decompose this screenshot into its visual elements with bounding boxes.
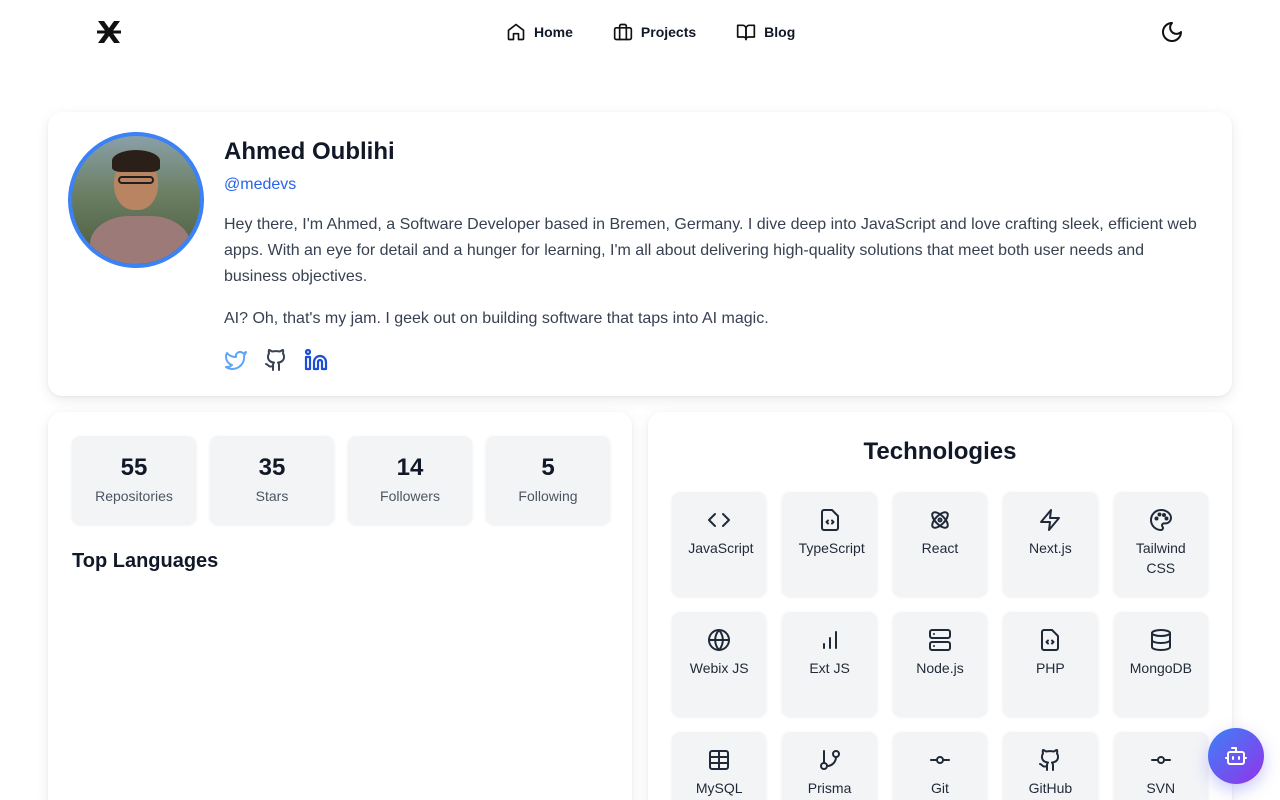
linkedin-icon[interactable]: [304, 348, 328, 372]
tech-item-mysql[interactable]: MySQL: [672, 732, 767, 800]
tech-label: Next.js: [1028, 540, 1072, 556]
tech-item-typescript[interactable]: TypeScript: [782, 492, 877, 596]
technologies-card: Technologies JavaScript TypeScript React…: [648, 412, 1232, 800]
profile-card: Ahmed Oublihi @medevs Hey there, I'm Ahm…: [48, 112, 1232, 396]
stat-label: Following: [518, 488, 578, 504]
tech-label: Node.js: [916, 660, 964, 676]
stats-row: 55 Repositories 35 Stars 14 Followers 5 …: [72, 436, 610, 524]
profile-bio: Hey there, I'm Ahmed, a Software Develop…: [224, 216, 1197, 285]
atom-icon: [931, 511, 949, 529]
table-icon: [709, 750, 730, 770]
globe-icon: [708, 629, 731, 651]
nav-projects-link[interactable]: Projects: [613, 20, 696, 44]
tech-label: Ext JS: [809, 660, 850, 676]
theme-toggle-button[interactable]: [1160, 20, 1184, 44]
github-icon: [1039, 749, 1060, 771]
zap-icon: [1040, 509, 1061, 531]
palette-icon: [1149, 509, 1172, 531]
stat-following: 5 Following: [486, 436, 610, 524]
git-commit-icon: [929, 756, 950, 764]
github-icon[interactable]: [264, 348, 288, 372]
stat-value: 35: [258, 454, 286, 481]
nav-projects-label: Projects: [640, 24, 697, 40]
github-stats-card: 55 Repositories 35 Stars 14 Followers 5 …: [48, 412, 632, 800]
tech-label: Webix JS: [689, 660, 749, 676]
tech-item-react[interactable]: React: [892, 492, 988, 596]
nav-home-label: Home: [534, 24, 573, 40]
stat-label: Stars: [255, 488, 289, 504]
technologies-heading: Technologies: [863, 438, 1017, 465]
technologies-grid: JavaScript TypeScript React Next.js Tail…: [672, 492, 1208, 800]
social-links: [224, 348, 328, 372]
nav-blog-label: Blog: [764, 24, 796, 40]
tech-item-svn[interactable]: SVN: [1113, 732, 1208, 800]
bot-icon: [1225, 747, 1247, 765]
nav-home-link[interactable]: Home: [506, 20, 573, 44]
bar-chart-icon: [822, 631, 837, 649]
tech-label: TypeScript: [798, 540, 865, 556]
briefcase-icon: [613, 23, 633, 41]
nav-blog-link[interactable]: Blog: [736, 20, 795, 44]
tech-item-webix[interactable]: Webix JS: [672, 612, 767, 716]
database-icon: [1150, 629, 1171, 651]
tech-item-nextjs[interactable]: Next.js: [1003, 492, 1098, 596]
stat-value: 5: [541, 454, 555, 481]
tech-item-php[interactable]: PHP: [1003, 612, 1098, 716]
stat-stars: 35 Stars: [210, 436, 334, 524]
logo-icon[interactable]: [96, 20, 122, 44]
profile-handle-link[interactable]: @medevs: [224, 176, 296, 194]
profile-bio-ai: AI? Oh, that's my jam. I geek out on bui…: [224, 310, 769, 327]
server-icon: [928, 629, 951, 651]
tech-item-mongodb[interactable]: MongoDB: [1113, 612, 1208, 716]
file-code-icon: [1041, 629, 1060, 651]
top-languages-heading: Top Languages: [72, 550, 219, 572]
home-icon: [507, 23, 525, 41]
stat-repositories: 55 Repositories: [72, 436, 196, 524]
tech-item-tailwind[interactable]: Tailwind CSS: [1113, 492, 1208, 596]
code-icon: [708, 513, 731, 527]
chatbot-button[interactable]: [1208, 728, 1264, 784]
tech-label: MongoDB: [1129, 660, 1193, 676]
stat-followers: 14 Followers: [348, 436, 472, 524]
avatar: [68, 132, 204, 268]
book-open-icon: [736, 24, 756, 41]
tech-label: Prisma: [807, 780, 852, 796]
tech-item-github[interactable]: GitHub: [1003, 732, 1098, 800]
twitter-icon[interactable]: [224, 348, 248, 372]
profile-name: Ahmed Oublihi: [224, 138, 395, 165]
stat-value: 14: [396, 454, 424, 481]
tech-label: React: [921, 540, 959, 556]
tech-label: MySQL: [695, 780, 743, 796]
top-navbar: Home Projects Blog: [0, 0, 1280, 64]
git-commit-icon: [1150, 756, 1171, 764]
tech-label: Tailwind CSS: [1135, 540, 1186, 576]
tech-item-extjs[interactable]: Ext JS: [782, 612, 877, 716]
tech-item-javascript[interactable]: JavaScript: [672, 492, 767, 596]
tech-label: JavaScript: [688, 540, 754, 556]
stat-value: 55: [120, 454, 148, 481]
git-branch-icon: [819, 750, 840, 770]
stat-label: Repositories: [95, 488, 173, 504]
tech-item-nodejs[interactable]: Node.js: [892, 612, 988, 716]
nav-links: Home Projects Blog: [506, 20, 795, 44]
moon-icon: [1162, 22, 1182, 42]
tech-label: GitHub: [1028, 780, 1073, 796]
tech-label: PHP: [1035, 660, 1065, 676]
tech-item-prisma[interactable]: Prisma: [782, 732, 877, 800]
file-code-icon: [820, 509, 839, 531]
tech-item-git[interactable]: Git: [892, 732, 988, 800]
stat-label: Followers: [380, 488, 440, 504]
tech-label: Git: [931, 780, 949, 796]
tech-label: SVN: [1146, 780, 1176, 796]
